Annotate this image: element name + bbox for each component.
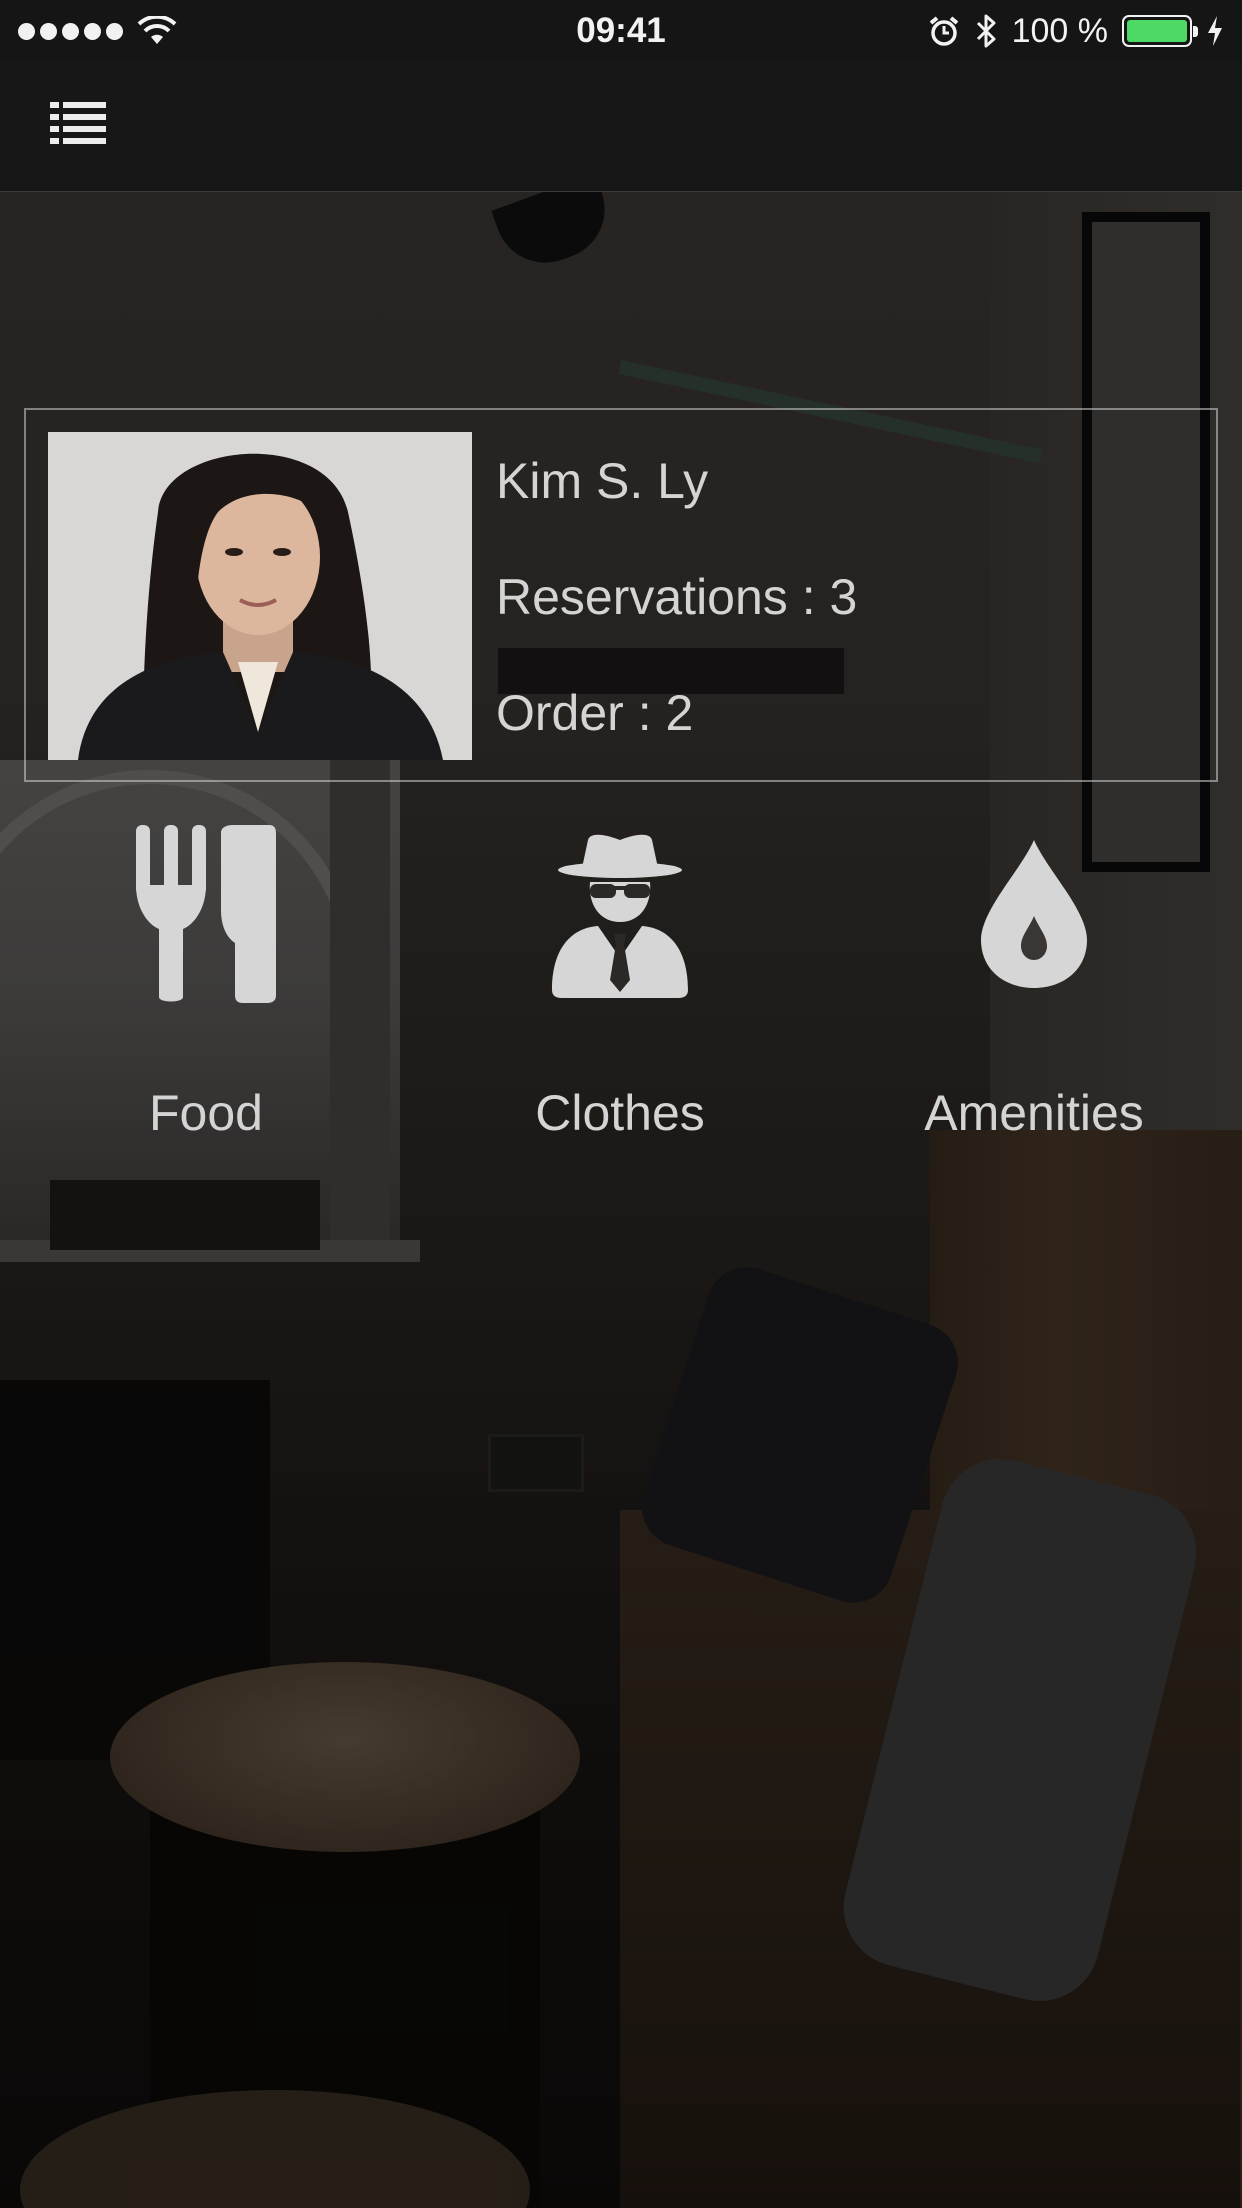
signal-dot [84,22,101,40]
reservations-count: Reservations : 3 [496,569,858,625]
battery-icon [1122,15,1198,47]
battery-percent: 100 % [1011,11,1108,50]
incognito-icon [552,834,688,998]
order-count: Order : 2 [496,685,694,741]
profile-info: Kim S. Ly Reservations : 3 Order : 2 [496,410,1196,780]
fork-knife-icon [136,825,276,1003]
avatar [48,432,472,760]
water-drop-icon [981,840,1087,988]
food-icon-wrap [106,820,306,1010]
clothes-icon-wrap [520,820,720,1010]
status-left [18,16,177,46]
clothes-button[interactable]: Clothes [470,820,770,1150]
battery-fill [1127,20,1187,42]
amenities-label: Amenities [924,1085,1144,1141]
clothes-label: Clothes [535,1085,705,1141]
amenities-button[interactable]: Amenities [884,820,1184,1150]
navigation-bar [0,62,1242,192]
amenities-icon-wrap [934,820,1134,1010]
list-menu-icon [50,102,106,144]
profile-name: Kim S. Ly [496,453,709,509]
food-button[interactable]: Food [56,820,356,1150]
wifi-icon [137,16,177,44]
bluetooth-icon [976,14,996,48]
signal-strength [18,22,123,40]
food-label: Food [149,1085,263,1141]
signal-dot [40,22,57,40]
profile-photo [48,432,472,760]
profile-card[interactable]: Kim S. Ly Reservations : 3 Order : 2 [24,408,1218,782]
signal-dot [18,22,35,40]
status-bar: 09:41 100 % [0,0,1242,62]
charging-icon [1208,16,1222,46]
status-right: 100 % [928,12,1224,51]
signal-dot [106,22,123,40]
menu-button[interactable] [50,100,106,150]
signal-dot [62,22,79,40]
alarm-icon [929,16,958,46]
